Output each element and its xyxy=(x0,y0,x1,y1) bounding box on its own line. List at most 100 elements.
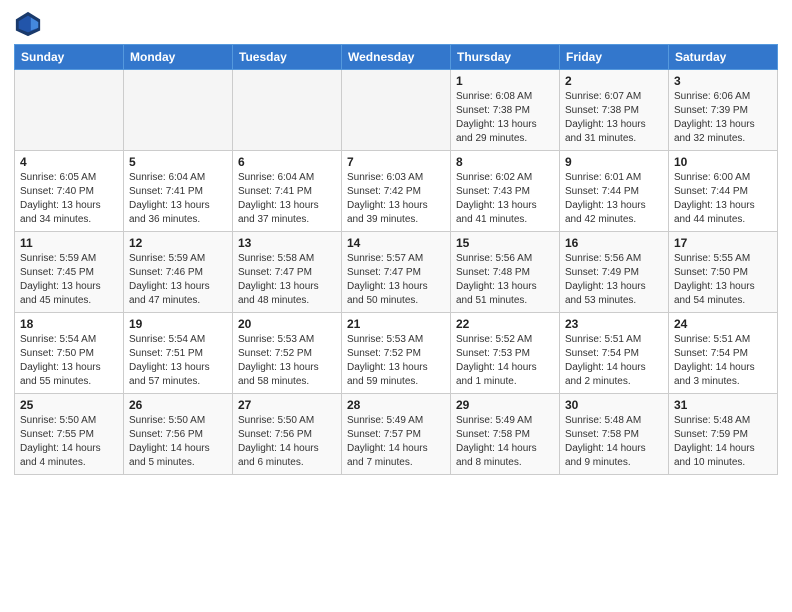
day-number: 17 xyxy=(674,236,772,250)
day-number: 29 xyxy=(456,398,554,412)
day-info: Sunrise: 5:53 AMSunset: 7:52 PMDaylight:… xyxy=(347,333,445,389)
day-info: Sunrise: 6:02 AMSunset: 7:43 PMDaylight:… xyxy=(456,171,554,227)
calendar-cell: 29 Sunrise: 5:49 AMSunset: 7:58 PMDayligh… xyxy=(451,394,560,475)
weekday-header: Thursday xyxy=(451,45,560,70)
day-number: 10 xyxy=(674,155,772,169)
calendar-row: 1 Sunrise: 6:08 AMSunset: 7:38 PMDaylight… xyxy=(15,70,778,151)
weekday-header: Tuesday xyxy=(233,45,342,70)
day-info: Sunrise: 5:53 AMSunset: 7:52 PMDaylight:… xyxy=(238,333,336,389)
calendar-cell: 3 Sunrise: 6:06 AMSunset: 7:39 PMDaylight… xyxy=(669,70,778,151)
calendar-cell: 11 Sunrise: 5:59 AMSunset: 7:45 PMDayligh… xyxy=(15,232,124,313)
calendar-cell: 14 Sunrise: 5:57 AMSunset: 7:47 PMDayligh… xyxy=(342,232,451,313)
day-number: 6 xyxy=(238,155,336,169)
day-info: Sunrise: 6:06 AMSunset: 7:39 PMDaylight:… xyxy=(674,90,772,146)
calendar-cell xyxy=(15,70,124,151)
day-number: 19 xyxy=(129,317,227,331)
day-info: Sunrise: 5:55 AMSunset: 7:50 PMDaylight:… xyxy=(674,252,772,308)
day-number: 16 xyxy=(565,236,663,250)
calendar-cell: 17 Sunrise: 5:55 AMSunset: 7:50 PMDayligh… xyxy=(669,232,778,313)
day-number: 5 xyxy=(129,155,227,169)
calendar-cell: 2Sunrise: 6:07 AMSunset: 7:38 PMDaylight… xyxy=(560,70,669,151)
calendar-cell: 7 Sunrise: 6:03 AMSunset: 7:42 PMDaylight… xyxy=(342,151,451,232)
calendar-cell: 18 Sunrise: 5:54 AMSunset: 7:50 PMDayligh… xyxy=(15,313,124,394)
day-number: 1 xyxy=(456,74,554,88)
day-number: 3 xyxy=(674,74,772,88)
day-info: Sunrise: 6:04 AMSunset: 7:41 PMDaylight:… xyxy=(129,171,227,227)
day-number: 18 xyxy=(20,317,118,331)
calendar-cell: 10 Sunrise: 6:00 AMSunset: 7:44 PMDayligh… xyxy=(669,151,778,232)
calendar-cell: 28 Sunrise: 5:49 AMSunset: 7:57 PMDayligh… xyxy=(342,394,451,475)
day-number: 11 xyxy=(20,236,118,250)
calendar-cell: 6 Sunrise: 6:04 AMSunset: 7:41 PMDaylight… xyxy=(233,151,342,232)
calendar-cell: 23 Sunrise: 5:51 AMSunset: 7:54 PMDayligh… xyxy=(560,313,669,394)
weekday-header: Monday xyxy=(124,45,233,70)
day-info: Sunrise: 5:56 AMSunset: 7:48 PMDaylight:… xyxy=(456,252,554,308)
weekday-header: Saturday xyxy=(669,45,778,70)
day-info: Sunrise: 6:01 AMSunset: 7:44 PMDaylight:… xyxy=(565,171,663,227)
calendar-cell: 12 Sunrise: 5:59 AMSunset: 7:46 PMDayligh… xyxy=(124,232,233,313)
day-info: Sunrise: 5:49 AMSunset: 7:57 PMDaylight:… xyxy=(347,414,445,470)
calendar-row: 4Sunrise: 6:05 AMSunset: 7:40 PMDaylight… xyxy=(15,151,778,232)
day-info: Sunrise: 5:59 AMSunset: 7:46 PMDaylight:… xyxy=(129,252,227,308)
day-number: 14 xyxy=(347,236,445,250)
day-info: Sunrise: 5:56 AMSunset: 7:49 PMDaylight:… xyxy=(565,252,663,308)
day-info: Sunrise: 5:48 AMSunset: 7:58 PMDaylight:… xyxy=(565,414,663,470)
calendar-cell: 19 Sunrise: 5:54 AMSunset: 7:51 PMDayligh… xyxy=(124,313,233,394)
day-info: Sunrise: 5:48 AMSunset: 7:59 PMDaylight:… xyxy=(674,414,772,470)
day-info: Sunrise: 6:00 AMSunset: 7:44 PMDaylight:… xyxy=(674,171,772,227)
calendar-cell xyxy=(342,70,451,151)
day-number: 12 xyxy=(129,236,227,250)
logo-icon xyxy=(14,10,42,38)
calendar-cell: 25 Sunrise: 5:50 AMSunset: 7:55 PMDayligh… xyxy=(15,394,124,475)
day-number: 26 xyxy=(129,398,227,412)
calendar-cell: 21 Sunrise: 5:53 AMSunset: 7:52 PMDayligh… xyxy=(342,313,451,394)
day-number: 7 xyxy=(347,155,445,169)
day-info: Sunrise: 5:51 AMSunset: 7:54 PMDaylight:… xyxy=(565,333,663,389)
day-number: 25 xyxy=(20,398,118,412)
calendar-cell: 1 Sunrise: 6:08 AMSunset: 7:38 PMDaylight… xyxy=(451,70,560,151)
calendar-cell: 26 Sunrise: 5:50 AMSunset: 7:56 PMDayligh… xyxy=(124,394,233,475)
day-info: Sunrise: 5:57 AMSunset: 7:47 PMDaylight:… xyxy=(347,252,445,308)
day-number: 30 xyxy=(565,398,663,412)
day-number: 15 xyxy=(456,236,554,250)
calendar-cell: 4Sunrise: 6:05 AMSunset: 7:40 PMDaylight… xyxy=(15,151,124,232)
day-number: 20 xyxy=(238,317,336,331)
calendar-cell: 9 Sunrise: 6:01 AMSunset: 7:44 PMDaylight… xyxy=(560,151,669,232)
calendar-cell xyxy=(124,70,233,151)
day-info: Sunrise: 5:58 AMSunset: 7:47 PMDaylight:… xyxy=(238,252,336,308)
calendar-cell: 22Sunrise: 5:52 AMSunset: 7:53 PMDayligh… xyxy=(451,313,560,394)
day-info: Sunrise: 5:50 AMSunset: 7:56 PMDaylight:… xyxy=(238,414,336,470)
calendar-row: 25 Sunrise: 5:50 AMSunset: 7:55 PMDayligh… xyxy=(15,394,778,475)
weekday-header-row: SundayMondayTuesdayWednesdayThursdayFrid… xyxy=(15,45,778,70)
day-number: 28 xyxy=(347,398,445,412)
day-number: 2 xyxy=(565,74,663,88)
day-info: Sunrise: 5:49 AMSunset: 7:58 PMDaylight:… xyxy=(456,414,554,470)
day-number: 24 xyxy=(674,317,772,331)
calendar-cell: 5 Sunrise: 6:04 AMSunset: 7:41 PMDaylight… xyxy=(124,151,233,232)
day-info: Sunrise: 5:54 AMSunset: 7:50 PMDaylight:… xyxy=(20,333,118,389)
calendar-cell: 8Sunrise: 6:02 AMSunset: 7:43 PMDaylight… xyxy=(451,151,560,232)
header xyxy=(14,10,778,38)
calendar-cell: 30 Sunrise: 5:48 AMSunset: 7:58 PMDayligh… xyxy=(560,394,669,475)
calendar-cell: 31Sunrise: 5:48 AMSunset: 7:59 PMDayligh… xyxy=(669,394,778,475)
calendar-row: 11 Sunrise: 5:59 AMSunset: 7:45 PMDayligh… xyxy=(15,232,778,313)
day-info: Sunrise: 5:50 AMSunset: 7:55 PMDaylight:… xyxy=(20,414,118,470)
day-info: Sunrise: 6:04 AMSunset: 7:41 PMDaylight:… xyxy=(238,171,336,227)
day-info: Sunrise: 5:54 AMSunset: 7:51 PMDaylight:… xyxy=(129,333,227,389)
day-info: Sunrise: 6:03 AMSunset: 7:42 PMDaylight:… xyxy=(347,171,445,227)
logo xyxy=(14,10,46,38)
day-number: 9 xyxy=(565,155,663,169)
day-info: Sunrise: 5:50 AMSunset: 7:56 PMDaylight:… xyxy=(129,414,227,470)
calendar-cell: 13Sunrise: 5:58 AMSunset: 7:47 PMDayligh… xyxy=(233,232,342,313)
day-number: 27 xyxy=(238,398,336,412)
page: SundayMondayTuesdayWednesdayThursdayFrid… xyxy=(0,0,792,612)
day-number: 21 xyxy=(347,317,445,331)
day-info: Sunrise: 5:59 AMSunset: 7:45 PMDaylight:… xyxy=(20,252,118,308)
calendar-row: 18 Sunrise: 5:54 AMSunset: 7:50 PMDayligh… xyxy=(15,313,778,394)
day-number: 4 xyxy=(20,155,118,169)
day-number: 23 xyxy=(565,317,663,331)
calendar-table: SundayMondayTuesdayWednesdayThursdayFrid… xyxy=(14,44,778,475)
day-info: Sunrise: 6:08 AMSunset: 7:38 PMDaylight:… xyxy=(456,90,554,146)
calendar-cell: 16 Sunrise: 5:56 AMSunset: 7:49 PMDayligh… xyxy=(560,232,669,313)
weekday-header: Wednesday xyxy=(342,45,451,70)
